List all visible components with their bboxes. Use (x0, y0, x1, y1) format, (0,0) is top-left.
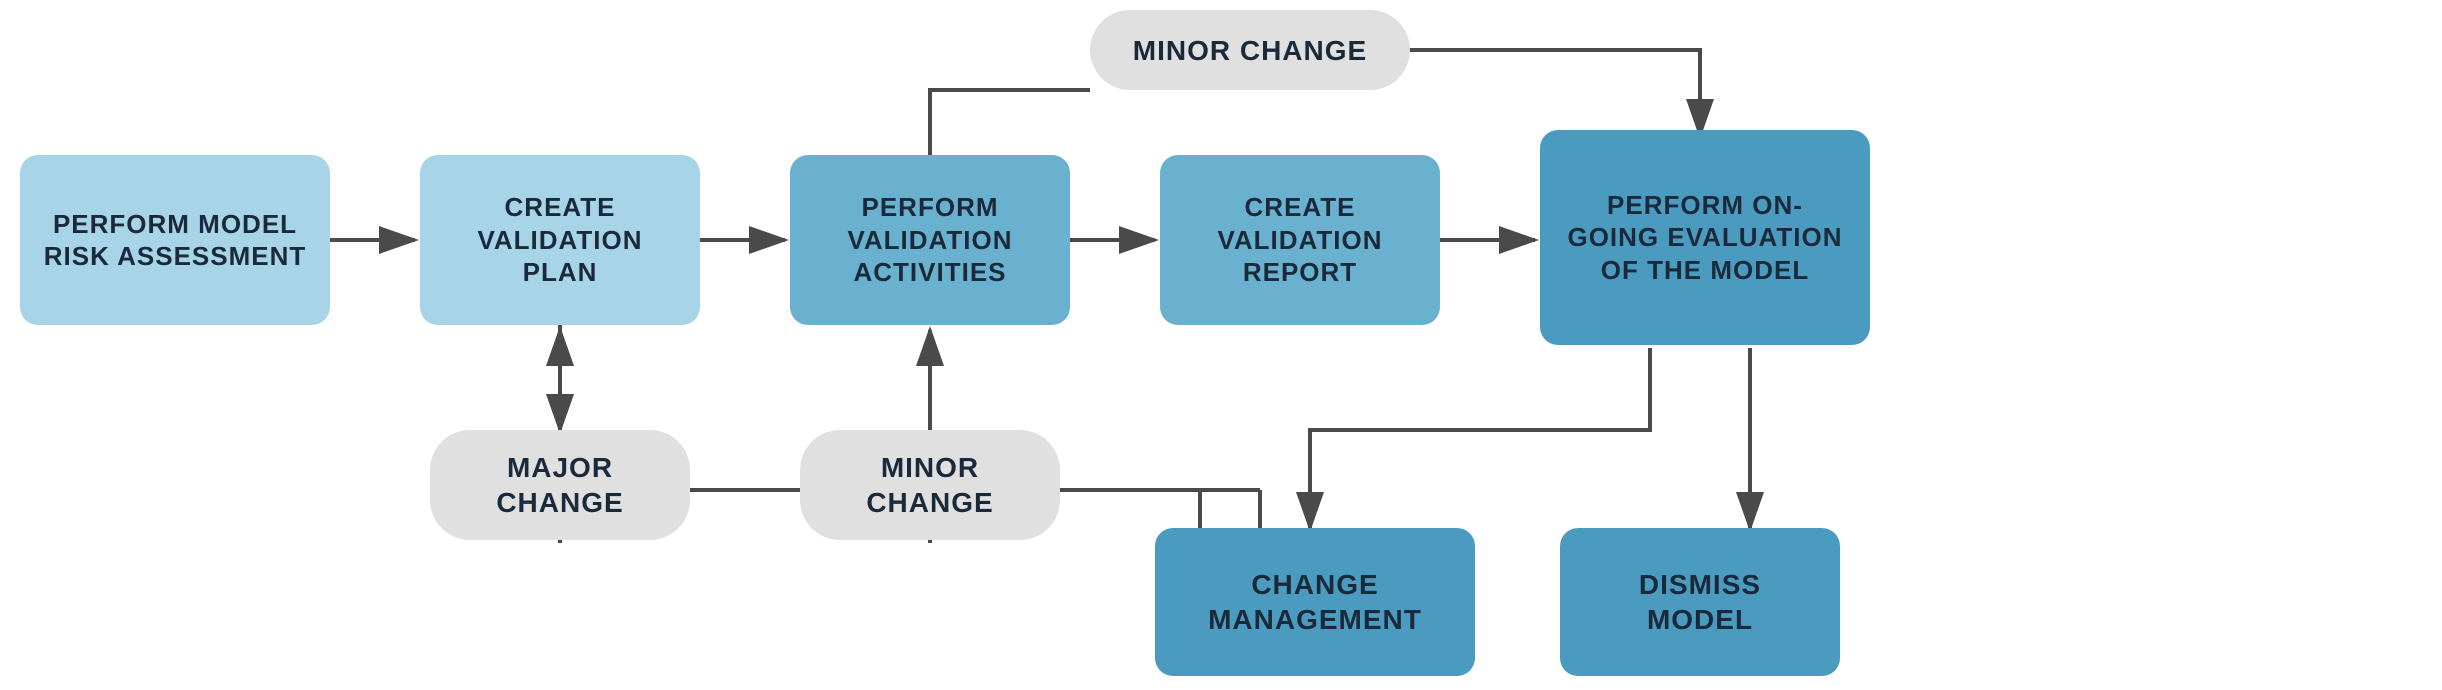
minor-change-bottom-label: MINOR CHANGE (822, 450, 1038, 520)
perform-validation-activities-node: PERFORM VALIDATION ACTIVITIES (790, 155, 1070, 325)
dismiss-model-node: DISMISS MODEL (1560, 528, 1840, 676)
change-management-label: CHANGE MANAGEMENT (1177, 567, 1453, 637)
perform-model-risk-node: PERFORM MODEL RISK ASSESSMENT (20, 155, 330, 325)
minor-change-bottom-node: MINOR CHANGE (800, 430, 1060, 540)
major-change-node: MAJOR CHANGE (430, 430, 690, 540)
perform-model-risk-label: PERFORM MODEL RISK ASSESSMENT (42, 208, 308, 273)
diagram-container: PERFORM MODEL RISK ASSESSMENT CREATE VAL… (0, 0, 2442, 690)
dismiss-model-label: DISMISS MODEL (1582, 567, 1818, 637)
create-validation-plan-label: CREATE VALIDATION PLAN (442, 191, 678, 289)
perform-ongoing-evaluation-node: PERFORM ON-GOING EVALUATION OF THE MODEL (1540, 130, 1870, 345)
perform-validation-activities-label: PERFORM VALIDATION ACTIVITIES (812, 191, 1048, 289)
minor-change-top-label: MINOR CHANGE (1133, 33, 1367, 68)
perform-ongoing-evaluation-label: PERFORM ON-GOING EVALUATION OF THE MODEL (1562, 189, 1848, 287)
create-validation-report-label: CREATE VALIDATION REPORT (1182, 191, 1418, 289)
major-change-label: MAJOR CHANGE (452, 450, 668, 520)
create-validation-report-node: CREATE VALIDATION REPORT (1160, 155, 1440, 325)
minor-change-top-node: MINOR CHANGE (1090, 10, 1410, 90)
create-validation-plan-node: CREATE VALIDATION PLAN (420, 155, 700, 325)
change-management-node: CHANGE MANAGEMENT (1155, 528, 1475, 676)
